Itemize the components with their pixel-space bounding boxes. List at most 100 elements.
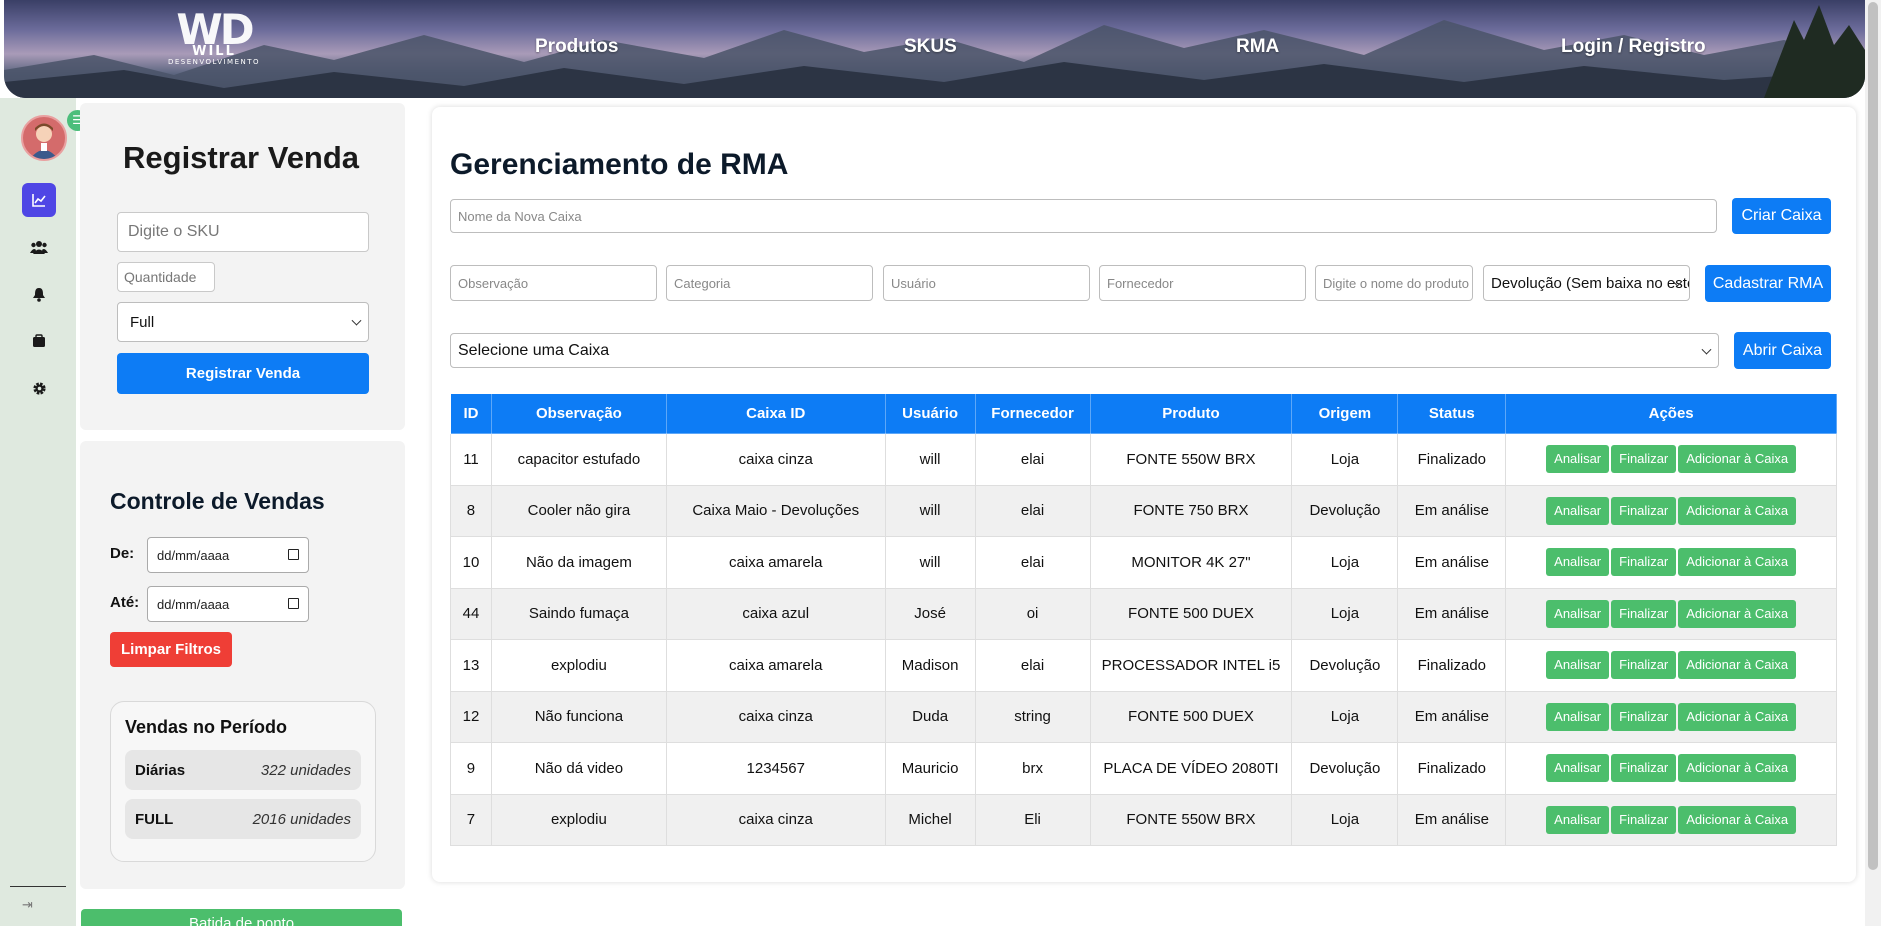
calendar-icon[interactable] [288, 549, 299, 560]
analisar-button[interactable]: Analisar [1546, 599, 1610, 628]
col-acoes: Ações [1505, 393, 1837, 434]
produto-search-input[interactable]: Digite o nome do produto [1315, 265, 1473, 301]
cell-produto: PROCESSADOR INTEL i5 [1089, 639, 1293, 692]
cell-fornecedor: brx [974, 742, 1091, 795]
cell-observacao: Não dá video [490, 742, 667, 795]
cell-status: Em análise [1397, 536, 1507, 589]
cell-origem: Devolução [1291, 639, 1399, 692]
nav-login[interactable]: Login / Registro [1561, 36, 1706, 58]
adicionar-caixa-button[interactable]: Adicionar à Caixa [1678, 754, 1797, 783]
nav-produtos[interactable]: Produtos [535, 36, 618, 58]
new-box-name-input[interactable]: Nome da Nova Caixa [450, 199, 1717, 233]
bell-icon[interactable] [22, 277, 56, 311]
cell-origem: Loja [1291, 433, 1399, 486]
cell-id: 44 [450, 587, 492, 640]
adicionar-caixa-button[interactable]: Adicionar à Caixa [1678, 496, 1797, 525]
calendar-icon[interactable] [288, 598, 299, 609]
finalizar-button[interactable]: Finalizar [1611, 548, 1677, 577]
analisar-button[interactable]: Analisar [1546, 651, 1610, 680]
nav-rma[interactable]: RMA [1236, 36, 1279, 58]
quantity-input[interactable]: Quantidade [117, 262, 215, 292]
adicionar-caixa-button[interactable]: Adicionar à Caixa [1678, 651, 1797, 680]
cell-produto: PLACA DE VÍDEO 2080TI [1089, 742, 1293, 795]
cell-caixa-id: Caixa Maio - Devoluções [665, 484, 886, 537]
cadastrar-rma-button[interactable]: Cadastrar RMA [1705, 265, 1831, 302]
chart-line-icon[interactable] [22, 183, 56, 217]
users-icon[interactable] [22, 230, 56, 264]
fornecedor-input[interactable]: Fornecedor [1099, 265, 1306, 301]
date-from-value: dd/mm/aaaa [157, 547, 230, 563]
adicionar-caixa-button[interactable]: Adicionar à Caixa [1678, 805, 1797, 834]
cell-fornecedor: string [974, 690, 1091, 743]
abrir-caixa-button[interactable]: Abrir Caixa [1734, 332, 1831, 369]
finalizar-button[interactable]: Finalizar [1611, 651, 1677, 680]
limpar-filtros-button[interactable]: Limpar Filtros [110, 632, 232, 667]
analisar-button[interactable]: Analisar [1546, 754, 1610, 783]
select-caixa[interactable]: Selecione uma Caixa [450, 333, 1719, 368]
usuario-input[interactable]: Usuário [883, 265, 1090, 301]
observacao-input[interactable]: Observação [450, 265, 657, 301]
icon-sidebar [0, 98, 76, 926]
cell-status: Em análise [1397, 793, 1507, 846]
cell-status: Em análise [1397, 587, 1507, 640]
registrar-venda-button[interactable]: Registrar Venda [117, 353, 369, 394]
cell-acoes: Analisar Finalizar Adicionar à Caixa [1505, 742, 1837, 795]
col-caixa-id[interactable]: Caixa ID [665, 393, 886, 434]
cell-produto: FONTE 500 DUEX [1089, 587, 1293, 640]
date-from-input[interactable]: dd/mm/aaaa [147, 537, 309, 573]
categoria-input[interactable]: Categoria [666, 265, 873, 301]
analisar-button[interactable]: Analisar [1546, 496, 1610, 525]
analisar-button[interactable]: Analisar [1546, 805, 1610, 834]
criar-caixa-button[interactable]: Criar Caixa [1732, 198, 1831, 234]
cell-status: Em análise [1397, 484, 1507, 537]
avatar[interactable] [21, 115, 67, 161]
page-scrollbar-thumb[interactable] [1868, 2, 1878, 870]
logout-icon[interactable]: ⇥ [22, 898, 33, 913]
finalizar-button[interactable]: Finalizar [1611, 496, 1677, 525]
cell-caixa-id: caixa cinza [665, 690, 886, 743]
col-origem[interactable]: Origem [1291, 393, 1399, 434]
finalizar-button[interactable]: Finalizar [1611, 754, 1677, 783]
col-usuario[interactable]: Usuário [884, 393, 976, 434]
analisar-button[interactable]: Analisar [1546, 548, 1610, 577]
finalizar-button[interactable]: Finalizar [1611, 805, 1677, 834]
cell-acoes: Analisar Finalizar Adicionar à Caixa [1505, 433, 1837, 486]
origem-select[interactable]: Devolução (Sem baixa no estoque) [1483, 265, 1690, 301]
select-caixa-value: Selecione uma Caixa [458, 341, 610, 359]
page-title: Gerenciamento de RMA [450, 148, 789, 181]
nav-skus[interactable]: SKUS [904, 36, 957, 58]
col-status[interactable]: Status [1397, 393, 1507, 434]
gear-icon[interactable] [22, 371, 56, 405]
col-produto[interactable]: Produto [1089, 393, 1293, 434]
cell-id: 9 [450, 742, 492, 795]
cell-id: 12 [450, 690, 492, 743]
cell-status: Em análise [1397, 690, 1507, 743]
cell-acoes: Analisar Finalizar Adicionar à Caixa [1505, 587, 1837, 640]
analisar-button[interactable]: Analisar [1546, 445, 1610, 474]
cell-status: Finalizado [1397, 433, 1507, 486]
cell-acoes: Analisar Finalizar Adicionar à Caixa [1505, 690, 1837, 743]
adicionar-caixa-button[interactable]: Adicionar à Caixa [1678, 599, 1797, 628]
finalizar-button[interactable]: Finalizar [1611, 445, 1677, 474]
cell-observacao: Cooler não gira [490, 484, 667, 537]
col-observacao[interactable]: Observação [490, 393, 667, 434]
adicionar-caixa-button[interactable]: Adicionar à Caixa [1678, 548, 1797, 577]
cell-observacao: explodiu [490, 639, 667, 692]
adicionar-caixa-button[interactable]: Adicionar à Caixa [1678, 445, 1797, 474]
finalizar-button[interactable]: Finalizar [1611, 599, 1677, 628]
cell-usuario: Michel [884, 793, 976, 846]
col-id[interactable]: ID [450, 393, 492, 434]
logo[interactable]: WD WILL DESENVOLVIMENTO [164, 8, 264, 67]
analisar-button[interactable]: Analisar [1546, 702, 1610, 731]
box-icon[interactable] [22, 324, 56, 358]
finalizar-button[interactable]: Finalizar [1611, 702, 1677, 731]
sku-input[interactable]: Digite o SKU [117, 212, 369, 252]
cell-caixa-id: caixa azul [665, 587, 886, 640]
de-label: De: [110, 545, 135, 562]
sale-type-select[interactable]: Full [117, 302, 369, 342]
batida-ponto-button[interactable]: Batida de ponto [81, 909, 402, 926]
adicionar-caixa-button[interactable]: Adicionar à Caixa [1678, 702, 1797, 731]
date-to-input[interactable]: dd/mm/aaaa [147, 586, 309, 622]
col-fornecedor[interactable]: Fornecedor [974, 393, 1091, 434]
logo-tagline: DESENVOLVIMENTO [167, 58, 261, 66]
